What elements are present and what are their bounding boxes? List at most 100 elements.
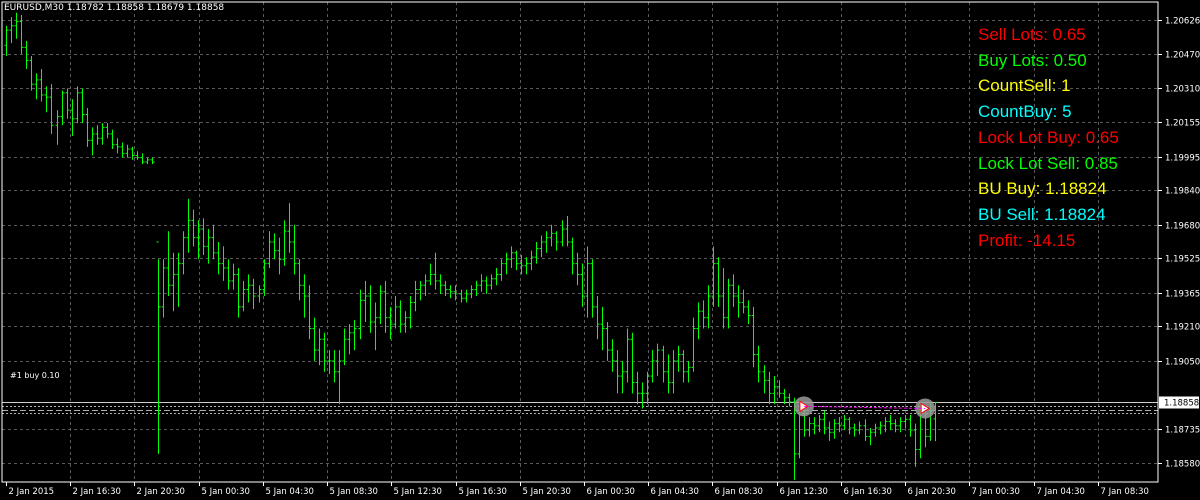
ohlc-bar (676, 345, 681, 372)
ohlc-bar (913, 423, 918, 467)
trade-markers[interactable] (793, 396, 936, 419)
ohlc-bar (100, 123, 105, 145)
time-tick-label: 7 Jan 08:30 (1101, 487, 1149, 497)
ohlc-bar (44, 86, 49, 113)
time-tick-label: 2 Jan 20:30 (137, 487, 185, 497)
ohlc-bar (580, 263, 585, 307)
ohlc-bar (231, 263, 236, 290)
ohlc-bar (827, 421, 832, 441)
ohlc-bar (363, 280, 368, 322)
ohlc-bar (115, 138, 120, 154)
price-tick-label: 1.20470 (1165, 51, 1200, 61)
ohlc-bar (519, 254, 524, 275)
time-tick-label: 6 Jan 20:30 (908, 487, 956, 497)
ohlc-bar (590, 259, 595, 318)
ohlc-bar (297, 259, 302, 301)
ohlc-bar (595, 296, 600, 340)
ohlc-bar (272, 233, 277, 260)
ohlc-bar (888, 414, 893, 431)
ohlc-bar (70, 99, 75, 137)
price-tick-label: 1.19840 (1165, 187, 1200, 197)
ohlc-bar (529, 250, 534, 271)
ohlc-bar (85, 107, 90, 147)
bu-buy-label: BU Buy: 1.18824 (978, 179, 1107, 199)
ohlc-bar (277, 237, 282, 275)
ohlc-bar (464, 289, 469, 303)
ohlc-bar (150, 157, 155, 165)
ohlc-bar (332, 350, 337, 383)
time-tick-label: 5 Jan 00:30 (202, 487, 250, 497)
price-tick-label: 1.19995 (1165, 154, 1200, 164)
time-tick-label: 5 Jan 08:30 (330, 487, 378, 497)
ohlc-bar (423, 274, 428, 297)
ohlc-bar (549, 224, 554, 247)
ohlc-bar (570, 237, 575, 275)
ohlc-bar (110, 129, 115, 150)
price-tick-label: 1.20626 (1165, 17, 1200, 27)
ohlc-bar (145, 157, 150, 165)
ohlc-bar (772, 376, 777, 405)
price-tick-label: 1.19525 (1165, 255, 1200, 265)
ohlc-bar (201, 218, 206, 255)
time-tick-label: 6 Jan 04:30 (651, 487, 699, 497)
ohlc-bar (302, 274, 307, 318)
ohlc-bar (736, 285, 741, 318)
price-tick-label: 1.19210 (1165, 323, 1200, 333)
ohlc-bar (236, 267, 241, 318)
ohlc-bar (241, 280, 246, 312)
ohlc-bar (125, 144, 130, 158)
ohlc-bar (807, 417, 812, 437)
ohlc-bar (893, 419, 898, 433)
ohlc-bar (554, 231, 559, 251)
ohlc-bar (352, 319, 357, 351)
ohlc-bar (469, 285, 474, 299)
time-tick-label: 7 Jan 04:30 (1037, 487, 1085, 497)
ohlc-bar (797, 410, 802, 459)
time-tick-label: 2 Jan 2015 (9, 487, 55, 497)
ohlc-bar (105, 123, 110, 139)
ohlc-bar (671, 350, 676, 394)
ohlc-bar (221, 246, 226, 281)
ohlc-bar (620, 360, 625, 394)
time-tick-label: 6 Jan 12:30 (780, 487, 828, 497)
ohlc-bar (832, 419, 837, 439)
ohlc-bar (903, 414, 908, 428)
ohlc-bar (448, 285, 453, 299)
price-tick-label: 1.18580 (1165, 460, 1200, 470)
ohlc-bar (686, 360, 691, 383)
ohlc-bar (681, 350, 686, 383)
ohlc-bar (600, 306, 605, 351)
ohlc-bar (615, 350, 620, 394)
ohlc-bar (479, 274, 484, 292)
ohlc-bar (90, 127, 95, 156)
ohlc-bar (812, 417, 817, 435)
price-tick-label: 1.20155 (1165, 119, 1200, 129)
ohlc-bar (312, 317, 317, 361)
ohlc-bar (499, 259, 504, 281)
order-level-tag: #1 buy 0.10 (10, 371, 60, 380)
ohlc-bar (534, 242, 539, 264)
order-levels (2, 402, 1158, 414)
time-axis: 2 Jan 2015 2 Jan 16:30 2 Jan 20:30 5 Jan 00… (6, 482, 1149, 497)
ohlc-bar (716, 257, 721, 307)
buy-lots-label: Buy Lots: 0.50 (978, 50, 1087, 70)
ohlc-bar (383, 280, 388, 333)
ohlc-bar (267, 231, 272, 268)
ohlc-bar (14, 12, 19, 39)
ohlc-bar (398, 300, 403, 333)
ohlc-bar (746, 300, 751, 325)
time-tick-label: 6 Jan 16:30 (844, 487, 892, 497)
ohlc-bar (585, 246, 590, 318)
bu-sell-label: BU Sell: 1.18824 (978, 204, 1106, 224)
ohlc-bar (29, 56, 34, 91)
ohlc-bar (226, 259, 231, 290)
lock-lot-sell-label: Lock Lot Sell: 0.85 (978, 153, 1118, 173)
time-tick-label: 2 Jan 16:30 (73, 487, 121, 497)
price-tick-label: 1.20310 (1165, 85, 1200, 95)
ohlc-bar (9, 17, 14, 44)
ohlc-bar (166, 231, 171, 297)
price-chart[interactable]: 1.20626 1.20470 1.20310 1.20155 1.19995 1.198… (0, 0, 1200, 500)
price-tick-label: 1.19050 (1165, 358, 1200, 368)
ohlc-bar (246, 274, 251, 303)
ohlc-bar (161, 259, 166, 318)
